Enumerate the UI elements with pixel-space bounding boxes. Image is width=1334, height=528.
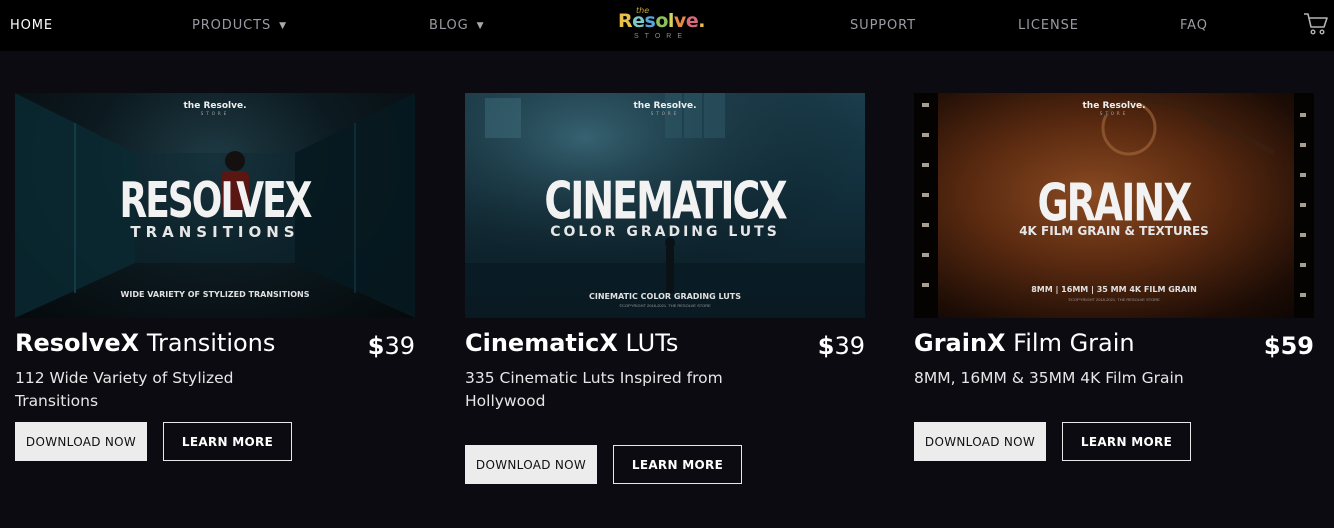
logo-brand: Resolve. (618, 10, 705, 32)
product-title[interactable]: GrainX Film Grain (914, 329, 1135, 357)
top-navigation: HOME PRODUCTS ▼ BLOG ▼ the Resolve. STORE … (0, 0, 1334, 51)
learn-more-button[interactable]: LEARN MORE (1062, 422, 1191, 461)
product-price: $39 (817, 332, 865, 360)
image-logo: the Resolve. STORE (633, 101, 697, 116)
product-price: $59 (1263, 332, 1314, 360)
image-footline: CINEMATIC COLOR GRADING LUTS (589, 292, 741, 301)
image-subline: TRANSITIONS (130, 223, 300, 241)
image-headline: CINEMATICX (544, 171, 787, 231)
product-title[interactable]: ResolveX Transitions (15, 329, 275, 357)
product-card-grainx: the Resolve. STORE GRAINX 4K FILM GRAIN &… (914, 93, 1314, 461)
product-description: 335 Cinematic Luts Inspired from Hollywo… (465, 369, 723, 410)
nav-license[interactable]: LICENSE (1018, 18, 1079, 33)
product-description: 8MM, 16MM & 35MM 4K Film Grain (914, 369, 1184, 387)
product-description: 112 Wide Variety of Stylized Transitions (15, 369, 234, 410)
image-copyright: ©COPYRIGHT 2018-2021. THE RESOLVE STORE (1068, 297, 1160, 302)
learn-more-button[interactable]: LEARN MORE (163, 422, 292, 461)
nav-faq[interactable]: FAQ (1180, 18, 1208, 33)
image-headline: RESOLVEX (119, 173, 312, 230)
product-image-cinematicx[interactable]: the Resolve. STORE CINEMATICX COLOR GRADI… (465, 93, 865, 318)
cart-icon[interactable] (1303, 12, 1329, 36)
product-title[interactable]: CinematicX LUTs (465, 329, 678, 357)
chevron-down-icon: ▼ (279, 21, 287, 31)
nav-blog-label: BLOG (429, 18, 469, 33)
download-now-button[interactable]: DOWNLOAD NOW (465, 445, 597, 484)
nav-home[interactable]: HOME (10, 18, 53, 33)
nav-blog[interactable]: BLOG ▼ (429, 18, 484, 33)
product-image-grainx[interactable]: the Resolve. STORE GRAINX 4K FILM GRAIN &… (914, 93, 1314, 318)
download-now-button[interactable]: DOWNLOAD NOW (914, 422, 1046, 461)
product-image-resolvex[interactable]: the Resolve. STORE RESOLVEX TRANSITIONS W… (15, 93, 415, 318)
image-footline: WIDE VARIETY OF STYLIZED TRANSITIONS (120, 290, 310, 299)
image-logo: the Resolve. STORE (1082, 101, 1146, 116)
image-footline: 8MM | 16MM | 35 MM 4K FILM GRAIN (1031, 285, 1197, 294)
learn-more-button[interactable]: LEARN MORE (613, 445, 742, 484)
product-card-cinematicx: the Resolve. STORE CINEMATICX COLOR GRADI… (465, 93, 865, 484)
site-logo[interactable]: the Resolve. STORE (618, 6, 705, 44)
image-subline: 4K FILM GRAIN & TEXTURES (1019, 224, 1209, 238)
image-subline: COLOR GRADING LUTS (550, 224, 780, 240)
product-price: $39 (367, 332, 415, 360)
logo-store: STORE (634, 33, 688, 40)
image-logo: the Resolve. STORE (183, 101, 247, 116)
nav-products-label: PRODUCTS (192, 18, 272, 33)
download-now-button[interactable]: DOWNLOAD NOW (15, 422, 147, 461)
nav-support[interactable]: SUPPORT (850, 18, 916, 33)
image-copyright: ©COPYRIGHT 2018-2021. THE RESOLVE STORE (619, 303, 711, 308)
product-card-resolvex: the Resolve. STORE RESOLVEX TRANSITIONS W… (15, 93, 415, 461)
chevron-down-icon: ▼ (476, 21, 485, 31)
nav-products[interactable]: PRODUCTS ▼ (192, 18, 287, 33)
